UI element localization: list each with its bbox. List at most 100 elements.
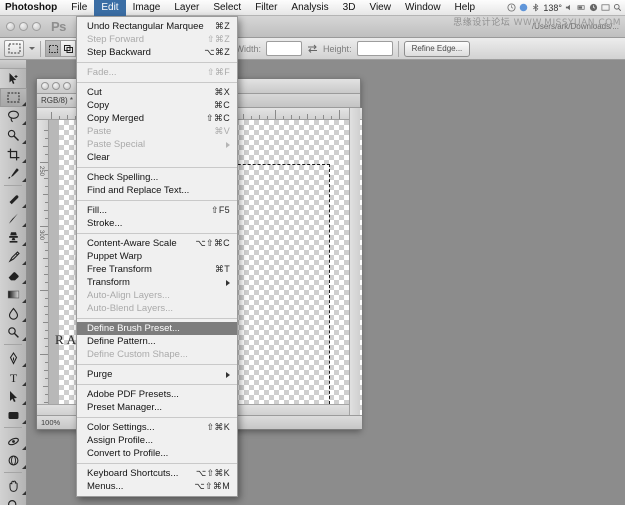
menu-item-define-pattern[interactable]: Define Pattern... — [77, 335, 237, 348]
eyedropper-tool[interactable] — [0, 164, 27, 183]
menu-item-copy-merged[interactable]: Copy Merged ⇧⌘C — [77, 112, 237, 125]
battery-icon[interactable] — [577, 3, 586, 12]
menu-bar-status-area: 138° — [507, 3, 625, 13]
zoom-button[interactable] — [32, 22, 41, 31]
menu-item-color-settings[interactable]: Color Settings... ⇧⌘K — [77, 421, 237, 434]
rectangular-marquee-icon — [8, 43, 20, 54]
menu-item-3d[interactable]: 3D — [336, 0, 363, 16]
menu-item-label: Purge — [87, 369, 113, 380]
menu-item-select[interactable]: Select — [206, 0, 248, 16]
doc-zoom-button[interactable] — [63, 82, 71, 90]
menu-item-convert-to-profile[interactable]: Convert to Profile... — [77, 447, 237, 460]
menu-item-fill[interactable]: Fill... ⇧F5 — [77, 204, 237, 217]
timemachine-icon[interactable] — [507, 3, 516, 12]
clock-icon[interactable] — [589, 3, 598, 12]
zoom-tool[interactable] — [0, 496, 27, 505]
menu-item-copy[interactable]: Copy ⌘C — [77, 99, 237, 112]
hand-tool[interactable] — [0, 477, 27, 496]
minimize-button[interactable] — [19, 22, 28, 31]
menu-item-cut[interactable]: Cut ⌘X — [77, 86, 237, 99]
rectangular-marquee-tool[interactable] — [0, 88, 27, 107]
3d-orbit-tool[interactable] — [0, 451, 27, 470]
zoom-level[interactable]: 100% — [37, 418, 77, 427]
bluetooth-icon[interactable] — [531, 3, 540, 12]
tool-expand-triangle-icon — [22, 261, 26, 265]
menu-item-label: Step Backward — [87, 47, 151, 58]
tool-expand-triangle-icon — [22, 178, 26, 182]
menu-item-shortcut: ⌥⇧⌘M — [194, 481, 230, 491]
spot-healing-brush-tool[interactable] — [0, 190, 27, 209]
menu-item-analysis[interactable]: Analysis — [284, 0, 335, 16]
history-brush-tool[interactable] — [0, 247, 27, 266]
type-tool[interactable]: T — [0, 368, 27, 387]
gradient-tool[interactable] — [0, 285, 27, 304]
path-selection-tool[interactable] — [0, 387, 27, 406]
swap-dimensions-icon[interactable] — [307, 44, 318, 53]
menu-item-filter[interactable]: Filter — [248, 0, 284, 16]
spotlight-icon[interactable] — [613, 3, 622, 12]
eraser-tool[interactable] — [0, 266, 27, 285]
menu-item-layer[interactable]: Layer — [167, 0, 206, 16]
menu-separator — [77, 364, 237, 365]
dodge-tool[interactable] — [0, 323, 27, 342]
brush-tool[interactable] — [0, 209, 27, 228]
tool-preset-chevron-icon[interactable] — [29, 47, 35, 50]
input-source-icon[interactable] — [601, 3, 610, 12]
vertical-scrollbar[interactable] — [349, 108, 360, 415]
menu-item-free-transform[interactable]: Free Transform ⌘T — [77, 263, 237, 276]
menu-item-help[interactable]: Help — [448, 0, 483, 16]
clone-stamp-tool[interactable] — [0, 228, 27, 247]
menu-item-image[interactable]: Image — [126, 0, 168, 16]
menu-item-stroke[interactable]: Stroke... — [77, 217, 237, 230]
menu-item-clear[interactable]: Clear — [77, 151, 237, 164]
close-button[interactable] — [6, 22, 15, 31]
edit-menu-dropdown[interactable]: Undo Rectangular Marquee ⌘Z Step Forward ⇧⌘… — [76, 16, 238, 497]
menu-item-edit[interactable]: Edit — [94, 0, 126, 16]
menu-item-window[interactable]: Window — [398, 0, 448, 16]
refine-edge-button[interactable]: Refine Edge... — [403, 40, 471, 57]
menu-item-preset-manager[interactable]: Preset Manager... — [77, 401, 237, 414]
doc-minimize-button[interactable] — [52, 82, 60, 90]
menu-item-file[interactable]: File — [64, 0, 94, 16]
menu-item-adobe-pdf-presets[interactable]: Adobe PDF Presets... — [77, 388, 237, 401]
menu-item-purge[interactable]: Purge — [77, 368, 237, 381]
menu-item-step-backward[interactable]: Step Backward ⌥⌘Z — [77, 46, 237, 59]
3d-rotate-tool[interactable] — [0, 432, 27, 451]
volume-icon[interactable] — [565, 3, 574, 12]
menu-item-content-aware-scale[interactable]: Content-Aware Scale ⌥⇧⌘C — [77, 237, 237, 250]
height-input[interactable] — [356, 41, 393, 56]
menu-item-view[interactable]: View — [362, 0, 398, 16]
pen-tool[interactable] — [0, 349, 27, 368]
menu-item-transform[interactable]: Transform — [77, 276, 237, 289]
menu-separator — [77, 82, 237, 83]
menu-separator — [77, 200, 237, 201]
new-selection-button[interactable] — [45, 40, 61, 57]
crop-tool[interactable] — [0, 145, 27, 164]
tool-expand-triangle-icon — [22, 491, 26, 495]
width-input[interactable] — [266, 41, 303, 56]
quick-selection-tool[interactable] — [0, 126, 27, 145]
menu-item-puppet-warp[interactable]: Puppet Warp — [77, 250, 237, 263]
doc-close-button[interactable] — [41, 82, 49, 90]
tools-panel-grip[interactable] — [0, 60, 26, 69]
menu-item-undo-rectangular-marquee[interactable]: Undo Rectangular Marquee ⌘Z — [77, 20, 237, 33]
current-tool-icon[interactable] — [4, 40, 24, 57]
menu-item-check-spelling[interactable]: Check Spelling... — [77, 171, 237, 184]
add-to-selection-button[interactable] — [60, 40, 76, 57]
move-tool[interactable] — [0, 69, 27, 88]
menu-item-menus[interactable]: Menus... ⌥⇧⌘M — [77, 480, 237, 493]
menu-item-assign-profile[interactable]: Assign Profile... — [77, 434, 237, 447]
lasso-tool[interactable] — [0, 107, 27, 126]
menu-item-label: Auto-Align Layers... — [87, 290, 170, 301]
menu-item-keyboard-shortcuts[interactable]: Keyboard Shortcuts... ⌥⇧⌘K — [77, 467, 237, 480]
rectangle-tool[interactable] — [0, 406, 27, 425]
dropbox-icon[interactable] — [519, 3, 528, 12]
weather-temperature[interactable]: 138° — [543, 3, 562, 13]
menu-item-define-brush-preset[interactable]: Define Brush Preset... — [77, 322, 237, 335]
menu-item-photoshop[interactable]: Photoshop — [0, 0, 64, 16]
menu-item-shortcut: ⇧⌘K — [206, 422, 230, 432]
window-controls[interactable] — [0, 22, 41, 31]
menu-item-shortcut: ⇧⌘F — [207, 67, 230, 77]
menu-item-find-and-replace-text[interactable]: Find and Replace Text... — [77, 184, 237, 197]
blur-tool[interactable] — [0, 304, 27, 323]
